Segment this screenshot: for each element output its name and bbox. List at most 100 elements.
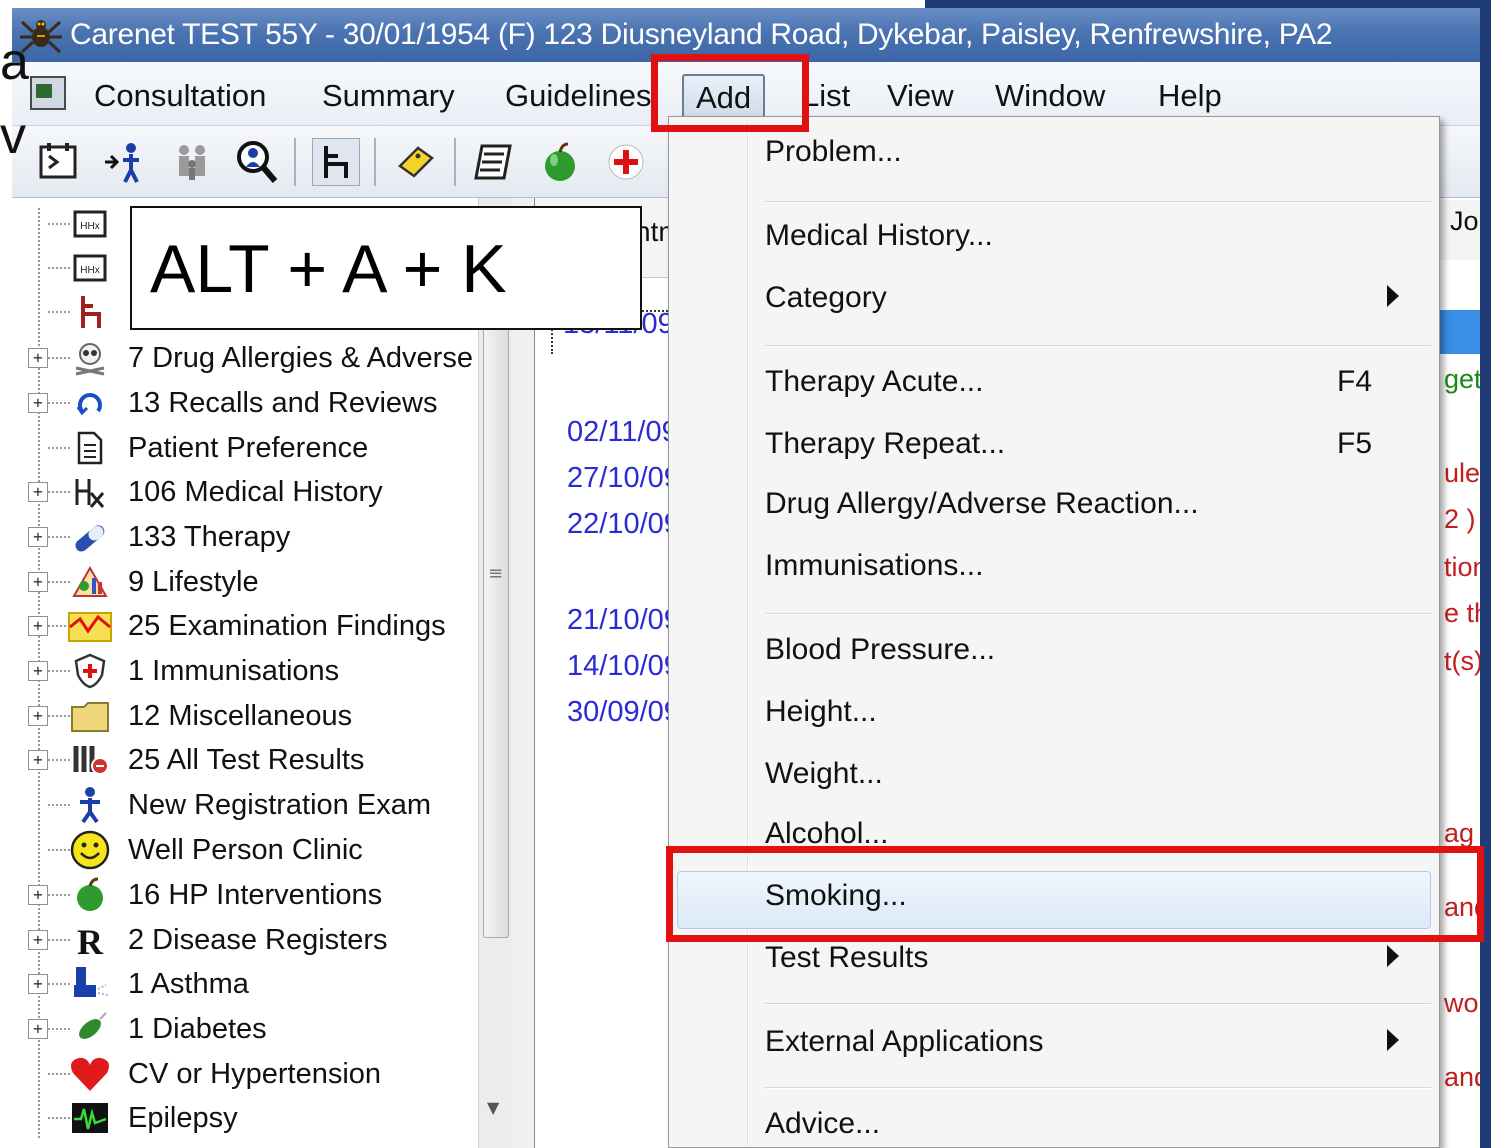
medical-cross-icon[interactable] <box>602 138 650 186</box>
expand-toggle[interactable]: + <box>28 572 48 592</box>
menu-item-category[interactable]: Category <box>669 271 1439 331</box>
menu-consultation[interactable]: Consultation <box>94 74 266 118</box>
tree-item-label: 12 Miscellaneous <box>128 699 353 732</box>
scroll-down-arrow-icon[interactable]: ▼ <box>487 1098 499 1117</box>
entry-date[interactable]: 30/09/09 <box>567 696 680 729</box>
tree-item-hp-interventions[interactable]: + 16 HP Interventions <box>12 873 482 917</box>
menu-item-height[interactable]: Height... <box>669 685 1439 745</box>
tag-icon[interactable] <box>392 138 440 186</box>
skull-icon <box>68 338 112 378</box>
family-icon[interactable] <box>168 138 216 186</box>
tree-item-diabetes[interactable]: + 1 Diabetes <box>12 1007 482 1051</box>
heart-icon <box>68 1054 112 1094</box>
expand-toggle[interactable]: + <box>28 974 48 994</box>
expand-toggle[interactable]: + <box>28 616 48 636</box>
tree-item-label: CV or Hypertension <box>128 1057 382 1090</box>
tree-item-recalls[interactable]: + 13 Recalls and Reviews <box>12 381 482 425</box>
menu-item-blood-pressure[interactable]: Blood Pressure... <box>669 623 1439 683</box>
tree-item-test-results[interactable]: + 25 All Test Results <box>12 738 482 782</box>
patient-search-icon[interactable] <box>232 138 280 186</box>
tree-item-new-registration[interactable]: New Registration Exam <box>12 783 482 827</box>
menu-help[interactable]: Help <box>1158 74 1222 118</box>
tree-connector <box>48 581 70 583</box>
document-icon <box>68 428 112 468</box>
tree-item-asthma[interactable]: + 1 Asthma <box>12 962 482 1006</box>
expand-toggle[interactable]: + <box>28 527 48 547</box>
menu-item-immunisations[interactable]: Immunisations... <box>669 539 1439 599</box>
menu-item-advice[interactable]: Advice... <box>669 1097 1439 1148</box>
entry-date[interactable]: 21/10/09 <box>567 604 680 637</box>
menu-item-label: Immunisations... <box>765 549 984 582</box>
tree-item-label: 2 Disease Registers <box>128 923 388 956</box>
expand-toggle[interactable]: + <box>28 930 48 950</box>
detail-selected-row[interactable] <box>1440 310 1480 354</box>
menu-item-therapy-repeat[interactable]: Therapy Repeat... F5 <box>669 417 1439 477</box>
detail-text: ag <box>1444 818 1475 848</box>
menu-item-therapy-acute[interactable]: Therapy Acute... F4 <box>669 355 1439 415</box>
menu-item-label: Blood Pressure... <box>765 633 996 666</box>
detail-text: wo <box>1444 988 1479 1018</box>
tree-item-miscellaneous[interactable]: + 12 Miscellaneous <box>12 694 482 738</box>
expand-toggle[interactable]: + <box>28 393 48 413</box>
expand-toggle[interactable]: + <box>28 1019 48 1039</box>
menu-separator <box>765 201 1431 203</box>
menu-view[interactable]: View <box>887 74 954 118</box>
entry-date[interactable]: 22/10/09 <box>567 508 680 541</box>
tree-item-label: Patient Preference <box>128 431 369 464</box>
notes-icon[interactable] <box>470 138 518 186</box>
tree-item-label: 7 Drug Allergies & Adverse <box>128 341 473 374</box>
patient-walk-icon[interactable] <box>100 138 148 186</box>
expand-toggle[interactable]: + <box>28 706 48 726</box>
tree-item-label: 9 Lifestyle <box>128 565 259 598</box>
tree-item-label: 25 Examination Findings <box>128 609 446 642</box>
expand-toggle[interactable]: + <box>28 750 48 770</box>
entry-date[interactable]: 02/11/09 <box>567 416 678 449</box>
menu-item-problem[interactable]: Problem... <box>669 125 1439 185</box>
inhaler-icon <box>68 964 112 1004</box>
menu-item-external-applications[interactable]: External Applications <box>669 1015 1439 1075</box>
menu-window[interactable]: Window <box>995 74 1105 118</box>
entry-date[interactable]: 27/10/09 <box>567 462 680 495</box>
tree-item-disease-registers[interactable]: + R 2 Disease Registers <box>12 918 482 962</box>
tree-item-therapy[interactable]: + 133 Therapy <box>12 515 482 559</box>
menu-item-drug-allergy[interactable]: Drug Allergy/Adverse Reaction... <box>669 477 1439 537</box>
tree-item-examination[interactable]: + 25 Examination Findings <box>12 604 482 648</box>
consultation-icon[interactable] <box>34 138 82 186</box>
highlight-box-smoking <box>666 846 1484 942</box>
expand-toggle[interactable]: + <box>28 885 48 905</box>
tree-item-cv-hypertension[interactable]: CV or Hypertension <box>12 1052 482 1096</box>
entry-date[interactable]: 14/10/09 <box>567 650 680 683</box>
tree-scrollbar[interactable]: ≡ ▼ <box>478 198 512 1148</box>
submenu-arrow-icon <box>1387 945 1399 967</box>
menu-guidelines[interactable]: Guidelines <box>505 74 651 118</box>
expand-toggle[interactable]: + <box>28 482 48 502</box>
menu-list[interactable]: List <box>802 74 850 118</box>
tree-item-medical-history[interactable]: + 106 Medical History <box>12 470 482 514</box>
system-menu-icon[interactable] <box>30 76 66 110</box>
tree-item-epilepsy[interactable]: Epilepsy <box>12 1096 482 1140</box>
tree-item-immunisations[interactable]: + 1 Immunisations <box>12 649 482 693</box>
detail-text: ule <box>1444 458 1481 488</box>
expand-toggle[interactable]: + <box>28 661 48 681</box>
keyboard-shortcut-callout: ALT + A + K <box>130 206 642 330</box>
chair-icon[interactable] <box>312 138 360 186</box>
menu-item-weight[interactable]: Weight... <box>669 747 1439 807</box>
scrollbar-grip-icon: ≡ <box>488 563 504 584</box>
apple-icon[interactable] <box>536 138 584 186</box>
svg-text:HHx: HHx <box>80 265 99 276</box>
tree-connector <box>48 715 70 717</box>
tree-connector <box>48 267 70 269</box>
tree-item-label: Epilepsy <box>128 1101 238 1134</box>
tree-item-lifestyle[interactable]: + 9 Lifestyle <box>12 560 482 604</box>
menu-summary[interactable]: Summary <box>322 74 455 118</box>
person-icon <box>68 785 112 825</box>
tree-item-well-person[interactable]: Well Person Clinic <box>12 828 482 872</box>
tree-item-patient-preference[interactable]: Patient Preference <box>12 426 482 470</box>
menu-separator <box>765 1087 1431 1089</box>
slide-text-fragment: a <box>0 33 29 91</box>
toolbar-separator <box>454 138 456 186</box>
tree-item-drug-allergies[interactable]: + 7 Drug Allergies & Adverse <box>12 336 482 380</box>
menu-item-medical-history[interactable]: Medical History... <box>669 209 1439 269</box>
expand-toggle[interactable]: + <box>28 348 48 368</box>
tree-connector <box>48 939 70 941</box>
